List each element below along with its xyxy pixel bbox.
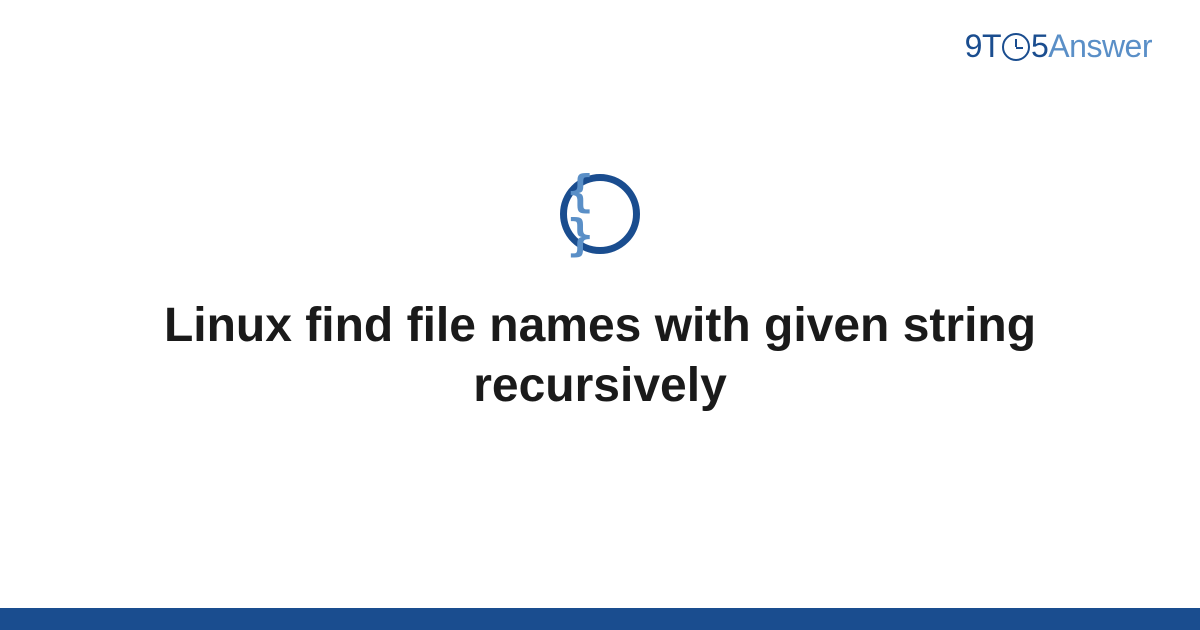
page-title: Linux find file names with given string …: [150, 296, 1050, 416]
category-icon-circle: { }: [560, 174, 640, 254]
code-braces-icon: { }: [567, 170, 633, 258]
main-content: { } Linux find file names with given str…: [0, 0, 1200, 630]
footer-bar: [0, 608, 1200, 630]
